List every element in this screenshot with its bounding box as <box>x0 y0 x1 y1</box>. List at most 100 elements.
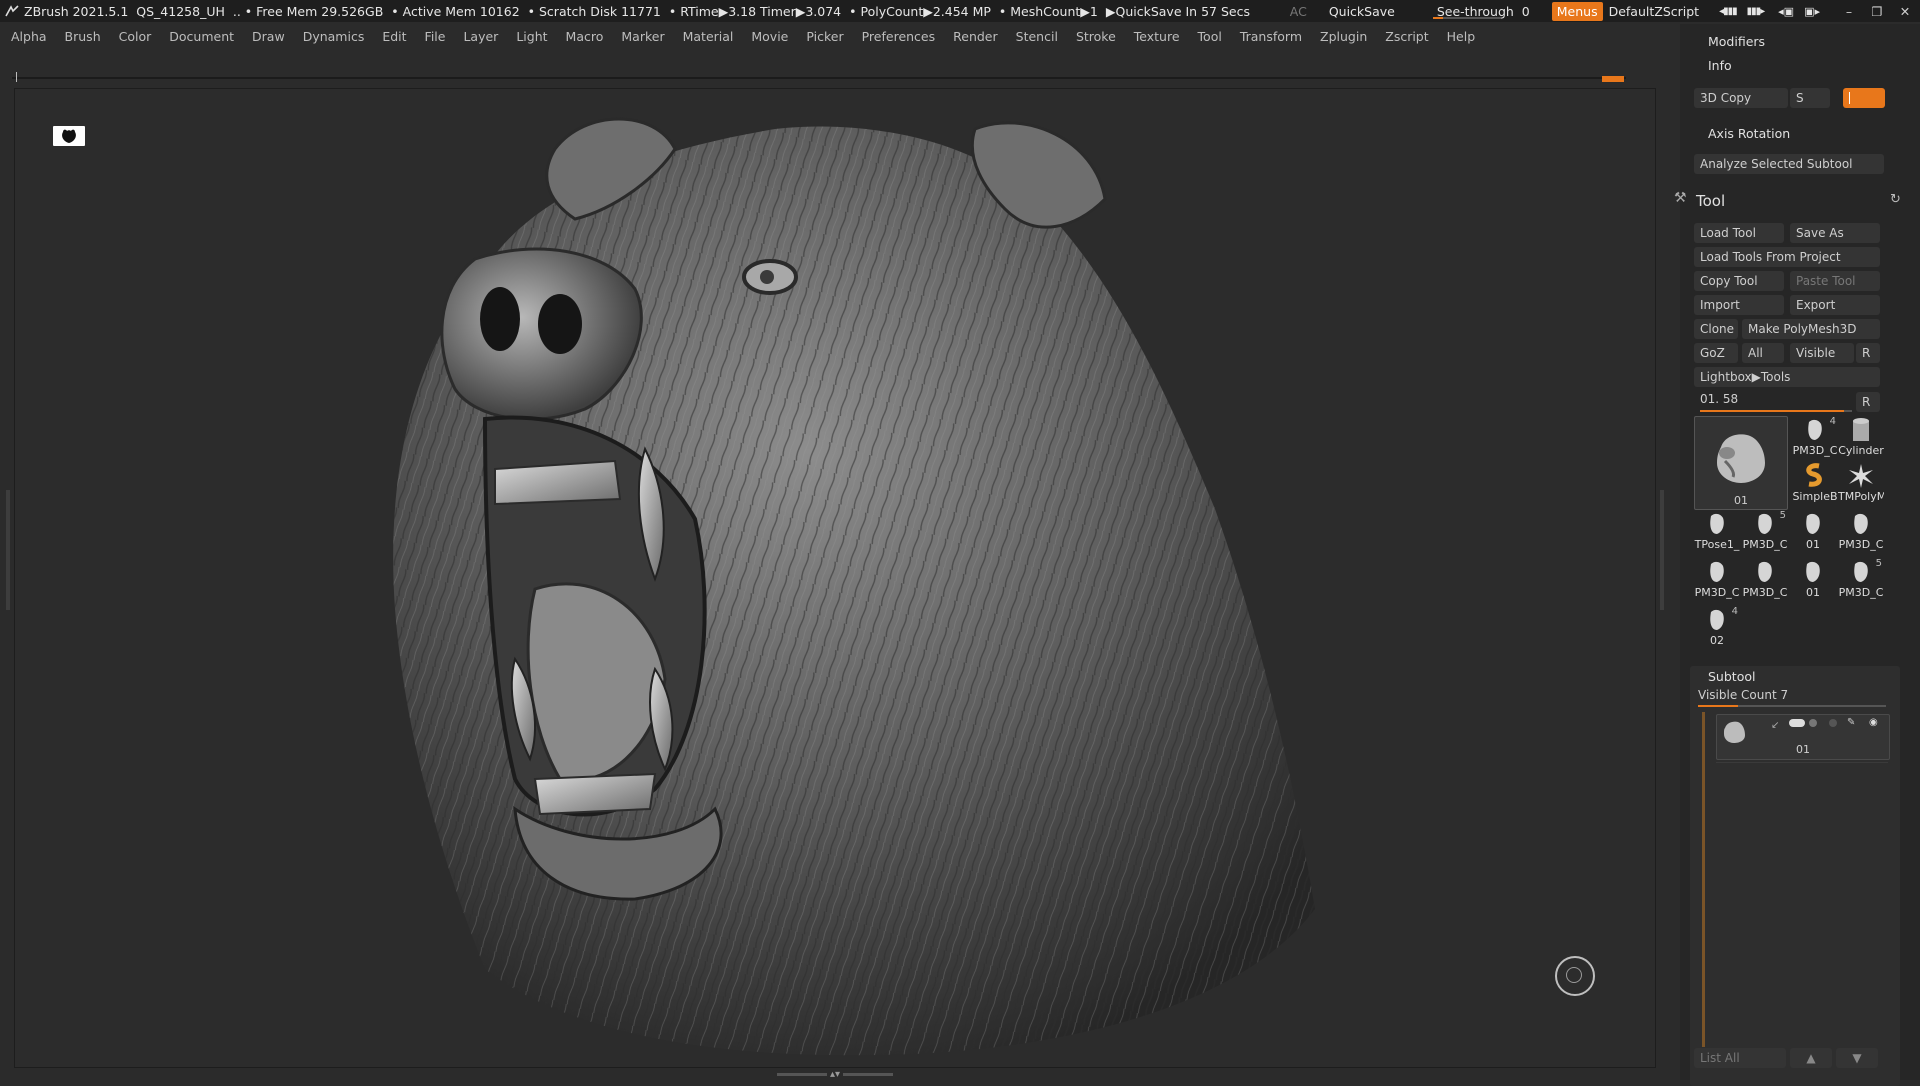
export-button[interactable]: Export <box>1790 295 1880 315</box>
clone-button[interactable]: Clone <box>1694 319 1738 339</box>
tool-heading[interactable]: Tool <box>1696 192 1725 210</box>
goz-all-button[interactable]: All <box>1742 343 1784 363</box>
tool-thumb-pm3dc[interactable]: PM3D_C 4 <box>1792 416 1838 457</box>
menu-macro[interactable]: Macro <box>555 29 611 44</box>
subtool-dyn-icon[interactable] <box>1809 719 1817 727</box>
tool-thumb-tpose1[interactable]: TPose1_ <box>1694 510 1740 551</box>
subtool-scrollbar[interactable] <box>1702 712 1705 1047</box>
move-up-icon[interactable]: ▲ <box>1790 1048 1832 1068</box>
menu-help[interactable]: Help <box>1436 29 1483 44</box>
value-field[interactable] <box>1843 88 1885 108</box>
navigation-gizmo[interactable] <box>1555 956 1595 996</box>
modifiers-heading[interactable]: Modifiers <box>1708 34 1765 49</box>
move-down-icon[interactable]: ▼ <box>1836 1048 1878 1068</box>
menu-layer[interactable]: Layer <box>452 29 505 44</box>
title-bar: ZBrush 2021.5.1 QS_41258_UH .. • Free Me… <box>0 0 1920 22</box>
tool-thumb-01[interactable]: 01 <box>1790 558 1836 599</box>
menu-dynamics[interactable]: Dynamics <box>292 29 372 44</box>
menu-transform[interactable]: Transform <box>1229 29 1309 44</box>
menu-file[interactable]: File <box>414 29 453 44</box>
tool-thumb-tmpolym[interactable]: TMPolyM <box>1838 462 1884 503</box>
restore-icon[interactable]: ❐ <box>1868 4 1886 19</box>
close-icon[interactable]: ✕ <box>1896 4 1914 19</box>
menu-color[interactable]: Color <box>108 29 159 44</box>
goz-visible-button[interactable]: Visible <box>1790 343 1854 363</box>
subtool-divider <box>1716 762 1888 763</box>
timeline[interactable] <box>12 72 1626 82</box>
menu-document[interactable]: Document <box>158 29 241 44</box>
tool-thumb-pm3dc[interactable]: PM3D_C <box>1742 558 1788 599</box>
menu-alpha[interactable]: Alpha <box>0 29 54 44</box>
subtool-heading[interactable]: Subtool <box>1708 669 1755 684</box>
quicksave-button[interactable]: QuickSave <box>1329 4 1395 19</box>
tool-thumb-icon <box>1847 558 1875 586</box>
subtool-arrow-icon[interactable]: ↙ <box>1771 720 1779 731</box>
tool-slider[interactable] <box>1700 410 1852 412</box>
default-zscript-button[interactable]: DefaultZScript <box>1609 4 1700 19</box>
analyze-subtool-button[interactable]: Analyze Selected Subtool <box>1694 154 1884 174</box>
tool-thumb-cylinder[interactable]: Cylinder <box>1838 416 1884 457</box>
menu-light[interactable]: Light <box>505 29 554 44</box>
menu-movie[interactable]: Movie <box>740 29 795 44</box>
menus-button[interactable]: Menus <box>1551 1 1603 21</box>
copy-tool-button[interactable]: Copy Tool <box>1694 271 1784 291</box>
ui-layout-icon[interactable]: ◂▣ <box>1778 5 1794 18</box>
info-heading[interactable]: Info <box>1708 58 1732 73</box>
subtool-toggle-icon[interactable] <box>1789 719 1805 727</box>
tool-thumb-simpleb[interactable]: SimpleB <box>1792 462 1838 503</box>
menu-stroke[interactable]: Stroke <box>1065 29 1123 44</box>
menu-zplugin[interactable]: Zplugin <box>1309 29 1374 44</box>
minimize-icon[interactable]: – <box>1840 4 1858 19</box>
tool-thumb-01[interactable]: 01 <box>1790 510 1836 551</box>
ui-swap-icon[interactable]: ▣▸ <box>1804 5 1820 18</box>
import-button[interactable]: Import <box>1694 295 1784 315</box>
tool-slider-r-button[interactable]: R <box>1856 392 1880 412</box>
subtool-item[interactable]: ↙ ✎ ◉ 01 <box>1716 714 1890 760</box>
left-tray-handle[interactable] <box>6 490 10 610</box>
menu-stencil[interactable]: Stencil <box>1005 29 1065 44</box>
right-tray-handle[interactable] <box>1660 490 1664 610</box>
load-tool-button[interactable]: Load Tool <box>1694 223 1784 243</box>
axis-rotation-heading[interactable]: Axis Rotation <box>1708 126 1790 141</box>
menu-zscript[interactable]: Zscript <box>1374 29 1435 44</box>
3d-copy-button[interactable]: 3D Copy <box>1694 88 1788 108</box>
menu-picker[interactable]: Picker <box>795 29 850 44</box>
brush-edit-icon[interactable]: ✎ <box>1847 717 1855 728</box>
visible-count-slider[interactable] <box>1698 705 1886 707</box>
see-through-value: 0 <box>1521 3 1530 19</box>
menu-brush[interactable]: Brush <box>54 29 108 44</box>
layout-right-icon[interactable]: ▮▮▮▸ <box>1747 6 1766 17</box>
paste-tool-button[interactable]: Paste Tool <box>1790 271 1880 291</box>
menu-preferences[interactable]: Preferences <box>851 29 943 44</box>
tool-thumb-02[interactable]: 02 4 <box>1694 606 1740 647</box>
bottom-tray-handle[interactable]: ▴▾ <box>770 1069 900 1080</box>
menu-edit[interactable]: Edit <box>371 29 413 44</box>
list-all-button[interactable]: List All <box>1694 1048 1786 1068</box>
eye-icon[interactable]: ◉ <box>1869 717 1878 728</box>
goz-r-button[interactable]: R <box>1856 343 1880 363</box>
menu-tool[interactable]: Tool <box>1187 29 1229 44</box>
load-tools-from-project-button[interactable]: Load Tools From Project <box>1694 247 1880 267</box>
lightbox-tools-button[interactable]: Lightbox▶Tools <box>1694 367 1880 387</box>
subtool-poly-icon[interactable] <box>1829 719 1837 727</box>
menu-render[interactable]: Render <box>942 29 1005 44</box>
tool-thumb-pm3dc[interactable]: PM3D_C 5 <box>1742 510 1788 551</box>
reset-icon[interactable]: ↻ <box>1890 192 1901 207</box>
see-through-slider[interactable]: See-through 0 <box>1419 4 1538 19</box>
menu-texture[interactable]: Texture <box>1123 29 1187 44</box>
canvas-viewport[interactable] <box>14 88 1656 1068</box>
make-polymesh3d-button[interactable]: Make PolyMesh3D <box>1742 319 1880 339</box>
s-button[interactable]: S <box>1790 88 1830 108</box>
layout-left-icon[interactable]: ◂▮▮▮ <box>1719 6 1738 17</box>
tool-thumb-pm3dc[interactable]: PM3D_C <box>1838 510 1884 551</box>
menu-draw[interactable]: Draw <box>241 29 292 44</box>
menu-material[interactable]: Material <box>672 29 741 44</box>
current-tool-thumbnail[interactable]: 01 <box>1694 416 1788 510</box>
tool-thumb-pm3dc[interactable]: PM3D_C 5 <box>1838 558 1884 599</box>
timeline-marker[interactable] <box>1602 76 1624 82</box>
menu-marker[interactable]: Marker <box>610 29 671 44</box>
bear-head-model[interactable] <box>15 89 1655 1067</box>
goz-button[interactable]: GoZ <box>1694 343 1738 363</box>
save-as-button[interactable]: Save As <box>1790 223 1880 243</box>
tool-thumb-pm3dc[interactable]: PM3D_C <box>1694 558 1740 599</box>
